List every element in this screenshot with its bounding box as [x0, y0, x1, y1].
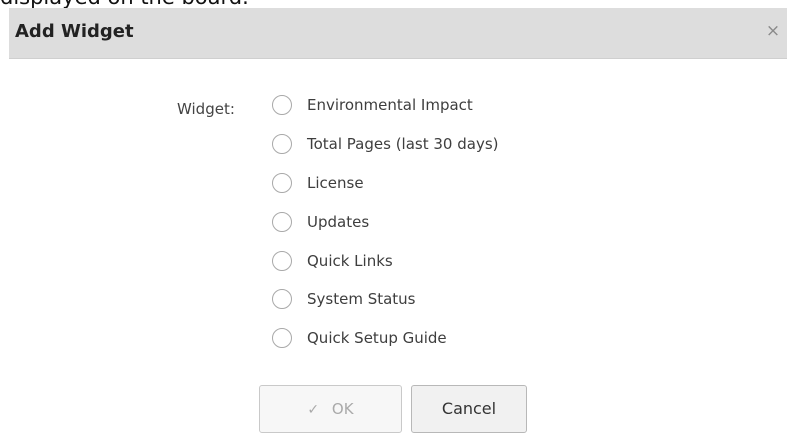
radio-circle-icon[interactable]	[272, 95, 292, 115]
radio-label[interactable]: Environmental Impact	[307, 94, 473, 116]
radio-circle-icon[interactable]	[272, 250, 292, 271]
radio-label[interactable]: Updates	[307, 211, 369, 233]
widget-label: Widget:	[177, 100, 235, 118]
add-widget-dialog: Add Widget × Widget: Environmental Impac…	[9, 8, 787, 443]
radio-circle-icon[interactable]	[272, 133, 292, 154]
widget-radio-group: Environmental Impact Total Pages (last 3…	[272, 88, 692, 360]
dialog-header: Add Widget ×	[9, 8, 787, 59]
radio-label[interactable]: Total Pages (last 30 days)	[307, 133, 498, 155]
page: displayed on the board. Add Widget × Wid…	[0, 0, 787, 443]
widget-option-updates[interactable]: Updates	[272, 205, 692, 244]
widget-option-environmental-impact[interactable]: Environmental Impact	[272, 88, 692, 127]
radio-circle-icon[interactable]	[272, 289, 292, 310]
radio-circle-icon[interactable]	[272, 211, 292, 232]
radio-circle-icon[interactable]	[272, 172, 292, 193]
radio-circle-icon[interactable]	[272, 328, 292, 349]
widget-option-license[interactable]: License	[272, 166, 692, 205]
radio-label[interactable]: Quick Links	[307, 250, 393, 272]
cancel-button[interactable]: Cancel	[411, 385, 527, 433]
widget-option-total-pages[interactable]: Total Pages (last 30 days)	[272, 127, 692, 166]
widget-option-quick-setup-guide[interactable]: Quick Setup Guide	[272, 321, 692, 360]
check-icon: ✓	[307, 402, 320, 418]
ok-button-label: OK	[331, 400, 354, 418]
radio-label[interactable]: License	[307, 172, 364, 194]
ok-button[interactable]: ✓ OK	[259, 385, 402, 433]
radio-label[interactable]: System Status	[307, 288, 416, 310]
close-icon[interactable]: ×	[763, 20, 783, 42]
dialog-title: Add Widget	[15, 21, 134, 42]
widget-option-quick-links[interactable]: Quick Links	[272, 244, 692, 283]
widget-option-system-status[interactable]: System Status	[272, 282, 692, 321]
radio-label[interactable]: Quick Setup Guide	[307, 327, 447, 349]
